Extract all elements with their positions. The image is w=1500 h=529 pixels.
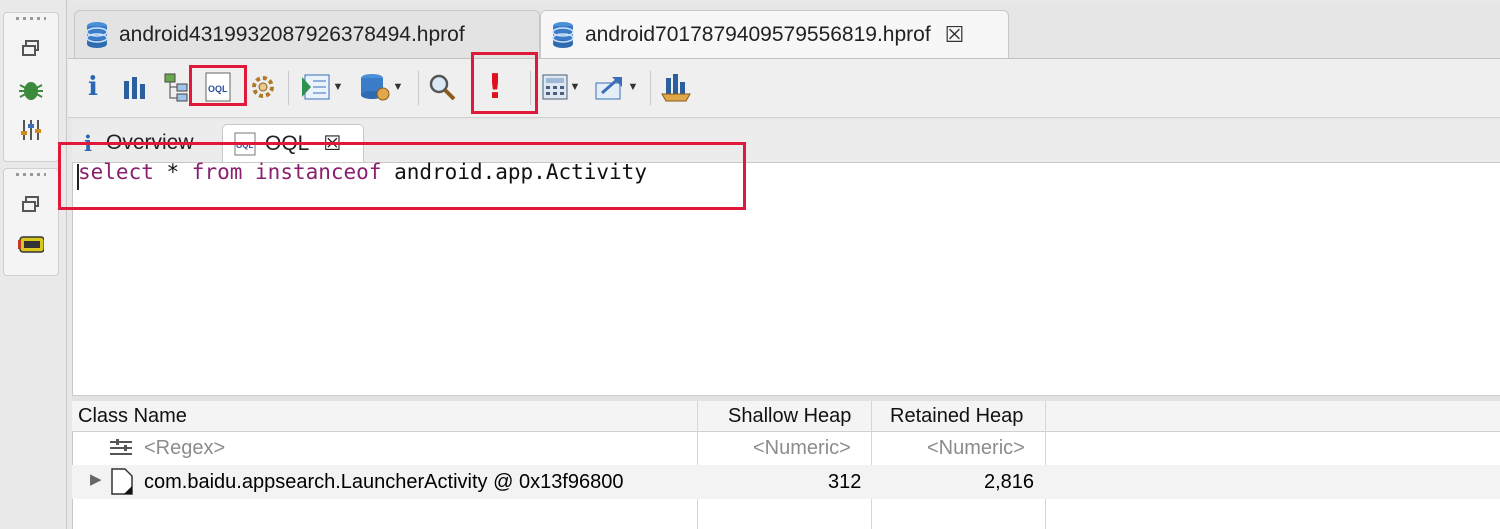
shallow-heap-filter-input[interactable]: <Numeric>: [753, 437, 851, 460]
dropdown-arrow-icon: ▼: [332, 81, 344, 93]
filter-row: <Regex> <Numeric> <Numeric>: [72, 434, 1500, 464]
toolbar: i OQL ▼ ▼ ! ▼ ▼: [68, 59, 1500, 118]
toolbar-separator: [418, 71, 419, 105]
histogram-icon: [124, 77, 145, 99]
editor-tab-strip: android4319932087926378494.hprof android…: [68, 4, 1500, 59]
results-table-header: Class Name Shallow Heap Retained Heap: [72, 401, 1500, 432]
calculator-icon: [542, 74, 568, 100]
row-shallow-heap: 312: [828, 471, 862, 493]
database-icon: [552, 21, 574, 48]
row-retained-heap: 2,816: [984, 471, 1035, 493]
toolbar-separator: [650, 71, 651, 105]
database-gear-icon: [360, 74, 390, 101]
export-icon: [595, 77, 622, 100]
query-browser-button[interactable]: ▼: [296, 69, 348, 105]
editor-tab-label: android4319932087926378494.hprof: [119, 22, 465, 46]
left-sidebar: [0, 0, 67, 529]
compare-button[interactable]: [658, 69, 694, 105]
retained-heap-filter-input[interactable]: <Numeric>: [927, 437, 1025, 460]
class-name-filter-input[interactable]: <Regex>: [144, 437, 225, 460]
info-button[interactable]: i: [80, 69, 106, 105]
settings-button[interactable]: [246, 69, 280, 105]
highlight-oql-button: [189, 65, 247, 106]
column-shallow-heap[interactable]: Shallow Heap: [728, 405, 851, 428]
dominator-tree-button[interactable]: [162, 69, 192, 105]
highlight-leak-button: [471, 52, 538, 114]
panel-grip[interactable]: [16, 17, 46, 20]
column-retained-heap[interactable]: Retained Heap: [890, 405, 1023, 428]
debug-bug-icon[interactable]: [18, 77, 44, 103]
heap-dump-actions-button[interactable]: ▼: [354, 69, 408, 105]
column-class-name[interactable]: Class Name: [78, 405, 187, 428]
dropdown-arrow-icon: ▼: [392, 81, 404, 93]
editor-tab-heap-dump-2[interactable]: android7017879409579556819.hprof ☒: [540, 10, 1009, 58]
object-file-icon: [111, 468, 133, 495]
calculator-button[interactable]: ▼: [538, 69, 584, 105]
filter-icon: [110, 439, 132, 455]
query-browser-icon: [301, 74, 330, 100]
highlight-query: [58, 142, 746, 210]
row-class-name: com.baidu.appsearch.LauncherActivity @ 0…: [144, 471, 624, 493]
search-icon: [429, 74, 456, 101]
editor-tab-heap-dump-1[interactable]: android4319932087926378494.hprof: [74, 10, 540, 58]
database-icon: [86, 21, 108, 48]
expand-arrow-icon[interactable]: ▶: [90, 470, 102, 488]
sidebar-panel-top: [3, 12, 59, 162]
dropdown-arrow-icon: ▼: [569, 81, 581, 93]
editor-tab-label: android7017879409579556819.hprof: [585, 22, 931, 46]
panel-grip[interactable]: [16, 173, 46, 176]
restore-icon[interactable]: [18, 191, 44, 217]
dominator-tree-icon: [164, 73, 188, 102]
table-row[interactable]: ▶ com.baidu.appsearch.LauncherActivity @…: [72, 465, 1500, 499]
sliders-icon[interactable]: [18, 117, 44, 143]
compare-basket-icon: [661, 74, 691, 102]
android-bot-icon[interactable]: [18, 231, 44, 257]
gear-icon: [252, 76, 274, 98]
export-button[interactable]: ▼: [590, 69, 642, 105]
info-icon: i: [88, 72, 98, 102]
sidebar-panel-bottom: [3, 168, 59, 276]
toolbar-separator: [288, 71, 289, 105]
close-icon[interactable]: ☒: [945, 22, 965, 48]
dropdown-arrow-icon: ▼: [627, 81, 639, 93]
histogram-button[interactable]: [120, 69, 150, 105]
restore-icon[interactable]: [18, 35, 44, 61]
search-button[interactable]: [426, 69, 458, 105]
